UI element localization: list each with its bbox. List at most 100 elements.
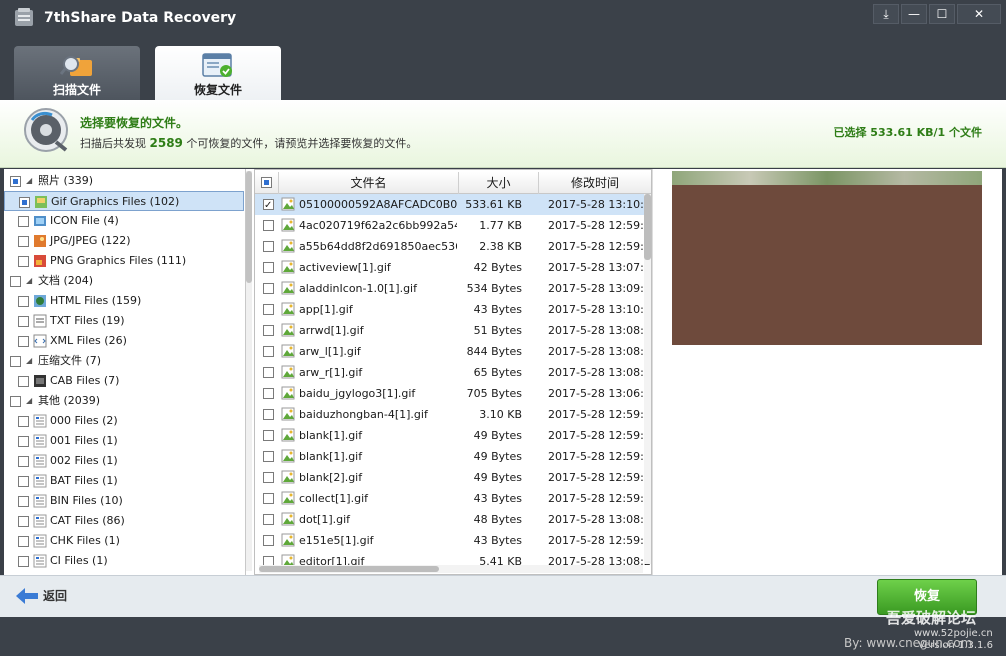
file-row-checkbox[interactable] bbox=[263, 367, 274, 378]
column-header-time[interactable]: 修改时间 bbox=[539, 172, 651, 194]
list-horizontal-scrollbar[interactable] bbox=[259, 565, 643, 573]
tree-checkbox[interactable] bbox=[18, 436, 29, 447]
file-row-checkbox[interactable] bbox=[263, 451, 274, 462]
file-name: arw_l[1].gif bbox=[299, 345, 361, 358]
file-row-checkbox[interactable] bbox=[263, 241, 274, 252]
tree-checkbox[interactable] bbox=[18, 536, 29, 547]
gif-image-icon bbox=[281, 218, 295, 232]
file-row-checkbox[interactable] bbox=[263, 346, 274, 357]
file-row-checkbox[interactable] bbox=[263, 304, 274, 315]
tree-type-row[interactable]: JPG/JPEG (122) bbox=[4, 231, 244, 251]
tree-type-row[interactable]: 000 Files (2) bbox=[4, 411, 244, 431]
list-vertical-scrollbar-thumb[interactable] bbox=[644, 194, 651, 260]
tree-type-row[interactable]: HTML Files (159) bbox=[4, 291, 244, 311]
tree-type-row[interactable]: CAB Files (7) bbox=[4, 371, 244, 391]
tree-type-row[interactable]: TXT Files (19) bbox=[4, 311, 244, 331]
tree-checkbox[interactable] bbox=[10, 276, 21, 287]
tree-category-row[interactable]: ◢ 压缩文件 (7) bbox=[4, 351, 244, 371]
tree-type-row[interactable]: ICON File (4) bbox=[4, 211, 244, 231]
tree-category-row[interactable]: ◢ 其他 (2039) bbox=[4, 391, 244, 411]
file-modified-time: 2017-5-28 12:59:56 bbox=[548, 471, 652, 484]
column-header-size[interactable]: 大小 bbox=[459, 172, 539, 194]
expand-triangle-icon[interactable]: ◢ bbox=[26, 171, 32, 191]
file-row[interactable]: baidu_jgylogo3[1].gif 705 Bytes 2017-5-28 … bbox=[255, 383, 651, 404]
tree-checkbox[interactable] bbox=[18, 476, 29, 487]
tree-checkbox[interactable] bbox=[18, 216, 29, 227]
expand-triangle-icon[interactable]: ◢ bbox=[26, 351, 32, 371]
list-vertical-scrollbar[interactable] bbox=[644, 194, 651, 564]
tree-category-row[interactable]: ◢ 照片 (339) bbox=[4, 171, 244, 191]
column-header-name[interactable]: 文件名 bbox=[279, 172, 459, 194]
file-row[interactable]: dot[1].gif 48 Bytes 2017-5-28 13:08:26 bbox=[255, 509, 651, 530]
tree-checkbox[interactable] bbox=[18, 316, 29, 327]
file-row[interactable]: 05100000592A8AFCADC0B00... 533.61 KB 2017-… bbox=[255, 194, 652, 216]
maximize-button[interactable]: ☐ bbox=[929, 4, 955, 24]
file-row-checkbox[interactable] bbox=[263, 472, 274, 483]
file-row[interactable]: arw_r[1].gif 65 Bytes 2017-5-28 13:08:26 bbox=[255, 362, 651, 383]
tree-type-row[interactable]: XML Files (26) bbox=[4, 331, 244, 351]
tree-checkbox[interactable] bbox=[10, 356, 21, 367]
tree-category-row[interactable]: ◢ 文档 (204) bbox=[4, 271, 244, 291]
file-row-checkbox[interactable] bbox=[263, 430, 274, 441]
tab-recover-files[interactable]: 恢复文件 bbox=[155, 46, 281, 100]
tree-checkbox[interactable] bbox=[18, 456, 29, 467]
file-row[interactable]: collect[1].gif 43 Bytes 2017-5-28 12:59:15 bbox=[255, 488, 651, 509]
list-horizontal-scrollbar-thumb[interactable] bbox=[259, 566, 439, 572]
minimize-button[interactable]: — bbox=[901, 4, 927, 24]
tree-type-row[interactable]: 002 Files (1) bbox=[4, 451, 244, 471]
tree-type-row[interactable]: CI Files (1) bbox=[4, 551, 244, 571]
file-row[interactable]: 4ac020719f62a2c6bb992a54e... 1.77 KB 2017-… bbox=[255, 215, 651, 236]
file-row-checkbox[interactable] bbox=[263, 409, 274, 420]
tree-checkbox[interactable] bbox=[18, 236, 29, 247]
tree-checkbox[interactable] bbox=[18, 336, 29, 347]
tree-scrollbar-thumb[interactable] bbox=[246, 171, 252, 283]
tree-type-row[interactable]: BIN Files (10) bbox=[4, 491, 244, 511]
header-checkbox-cell[interactable] bbox=[255, 172, 279, 194]
file-row[interactable]: a55b64dd8f2d691850aec536... 2.38 KB 2017-5… bbox=[255, 236, 651, 257]
tree-checkbox[interactable] bbox=[18, 416, 29, 427]
file-name: baidu_jgylogo3[1].gif bbox=[299, 387, 416, 400]
tree-checkbox[interactable] bbox=[18, 296, 29, 307]
tree-type-row[interactable]: PNG Graphics Files (111) bbox=[4, 251, 244, 271]
tree-scrollbar[interactable] bbox=[246, 171, 252, 571]
file-row-checkbox[interactable] bbox=[263, 325, 274, 336]
close-button[interactable]: ✕ bbox=[957, 4, 1001, 24]
tree-checkbox[interactable] bbox=[18, 516, 29, 527]
tree-checkbox[interactable] bbox=[18, 376, 29, 387]
file-row[interactable]: arrwd[1].gif 51 Bytes 2017-5-28 13:08:26 bbox=[255, 320, 651, 341]
file-row-checkbox[interactable] bbox=[263, 220, 274, 231]
tree-type-row[interactable]: CHK Files (1) bbox=[4, 531, 244, 551]
file-row[interactable]: blank[2].gif 49 Bytes 2017-5-28 12:59:56 bbox=[255, 467, 651, 488]
tree-checkbox[interactable] bbox=[10, 176, 21, 187]
file-row-checkbox[interactable] bbox=[263, 262, 274, 273]
tree-type-row[interactable]: 001 Files (1) bbox=[4, 431, 244, 451]
file-row[interactable]: blank[1].gif 49 Bytes 2017-5-28 12:59:56 bbox=[255, 425, 651, 446]
tree-checkbox[interactable] bbox=[18, 556, 29, 567]
select-all-checkbox[interactable] bbox=[261, 177, 272, 188]
file-row-checkbox[interactable] bbox=[263, 388, 274, 399]
expand-triangle-icon[interactable]: ◢ bbox=[26, 271, 32, 291]
tree-checkbox[interactable] bbox=[18, 256, 29, 267]
file-row[interactable]: activeview[1].gif 42 Bytes 2017-5-28 13:07… bbox=[255, 257, 651, 278]
tree-checkbox[interactable] bbox=[18, 496, 29, 507]
file-row[interactable]: e151e5[1].gif 43 Bytes 2017-5-28 12:59:00 bbox=[255, 530, 651, 551]
file-row-checkbox[interactable] bbox=[263, 514, 274, 525]
tree-type-row[interactable]: Gif Graphics Files (102) bbox=[4, 191, 244, 211]
file-row[interactable]: app[1].gif 43 Bytes 2017-5-28 13:10:37 bbox=[255, 299, 651, 320]
file-row[interactable]: blank[1].gif 49 Bytes 2017-5-28 12:59:56 bbox=[255, 446, 651, 467]
file-row-checkbox[interactable] bbox=[263, 535, 274, 546]
file-row-checkbox[interactable] bbox=[263, 195, 274, 216]
tree-type-row[interactable]: BAT Files (1) bbox=[4, 471, 244, 491]
file-row-checkbox[interactable] bbox=[263, 493, 274, 504]
tree-checkbox[interactable] bbox=[19, 197, 30, 208]
tree-checkbox[interactable] bbox=[10, 396, 21, 407]
file-row[interactable]: aladdinIcon-1.0[1].gif 534 Bytes 2017-5-28… bbox=[255, 278, 651, 299]
tab-scan-files[interactable]: 扫描文件 bbox=[14, 46, 140, 100]
file-modified-time: 2017-5-28 13:10:18 bbox=[548, 198, 652, 211]
file-row[interactable]: arw_l[1].gif 844 Bytes 2017-5-28 13:08:26 bbox=[255, 341, 651, 362]
file-row[interactable]: baiduzhongban-4[1].gif 3.10 KB 2017-5-28 1… bbox=[255, 404, 651, 425]
file-row-checkbox[interactable] bbox=[263, 283, 274, 294]
expand-triangle-icon[interactable]: ◢ bbox=[26, 391, 32, 411]
import-button[interactable]: ⤓ bbox=[873, 4, 899, 24]
tree-type-row[interactable]: CAT Files (86) bbox=[4, 511, 244, 531]
